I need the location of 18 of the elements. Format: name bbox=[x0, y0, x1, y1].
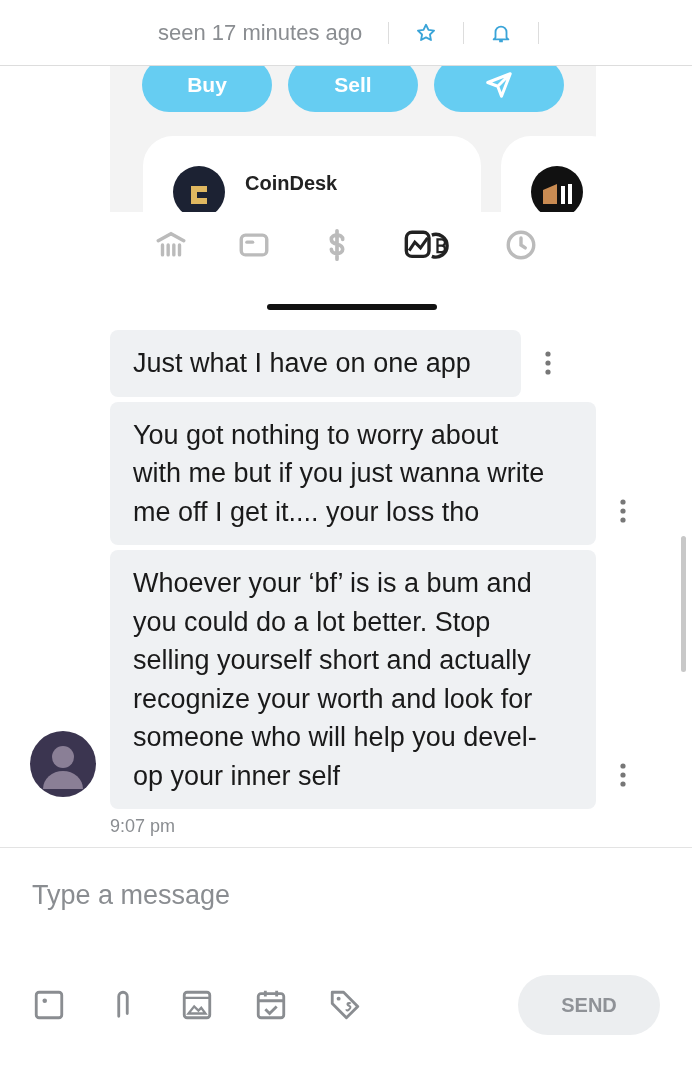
scrollbar[interactable] bbox=[681, 536, 686, 672]
image-icon[interactable] bbox=[32, 988, 66, 1022]
send-icon bbox=[484, 70, 514, 100]
avatar[interactable] bbox=[30, 731, 96, 797]
last-seen-text: seen 17 minutes ago bbox=[158, 19, 363, 46]
logo-icon bbox=[173, 166, 225, 212]
calendar-icon[interactable] bbox=[254, 988, 288, 1022]
card-title: CoinDesk bbox=[245, 172, 338, 195]
star-icon[interactable] bbox=[415, 21, 438, 44]
more-icon[interactable] bbox=[544, 351, 551, 376]
message-bubble: Whoever your ‘bf’ is is a bum and you could do a lot better. Stop selling yourself short and actually recognize your worth and look for someone who will help you devel-op your inner self bbox=[110, 550, 596, 809]
message-time: 9:07 pm bbox=[110, 816, 177, 837]
more-icon[interactable] bbox=[620, 499, 626, 523]
message-bubble: You got nothing to worry about with me but if you just wanna write me off I get it.... your loss tho bbox=[110, 401, 596, 545]
more-icon[interactable] bbox=[620, 763, 626, 787]
message-bubble: Just what I have on one app bbox=[110, 330, 521, 397]
gallery-icon[interactable] bbox=[180, 988, 214, 1022]
price-tag-icon[interactable] bbox=[328, 988, 362, 1022]
